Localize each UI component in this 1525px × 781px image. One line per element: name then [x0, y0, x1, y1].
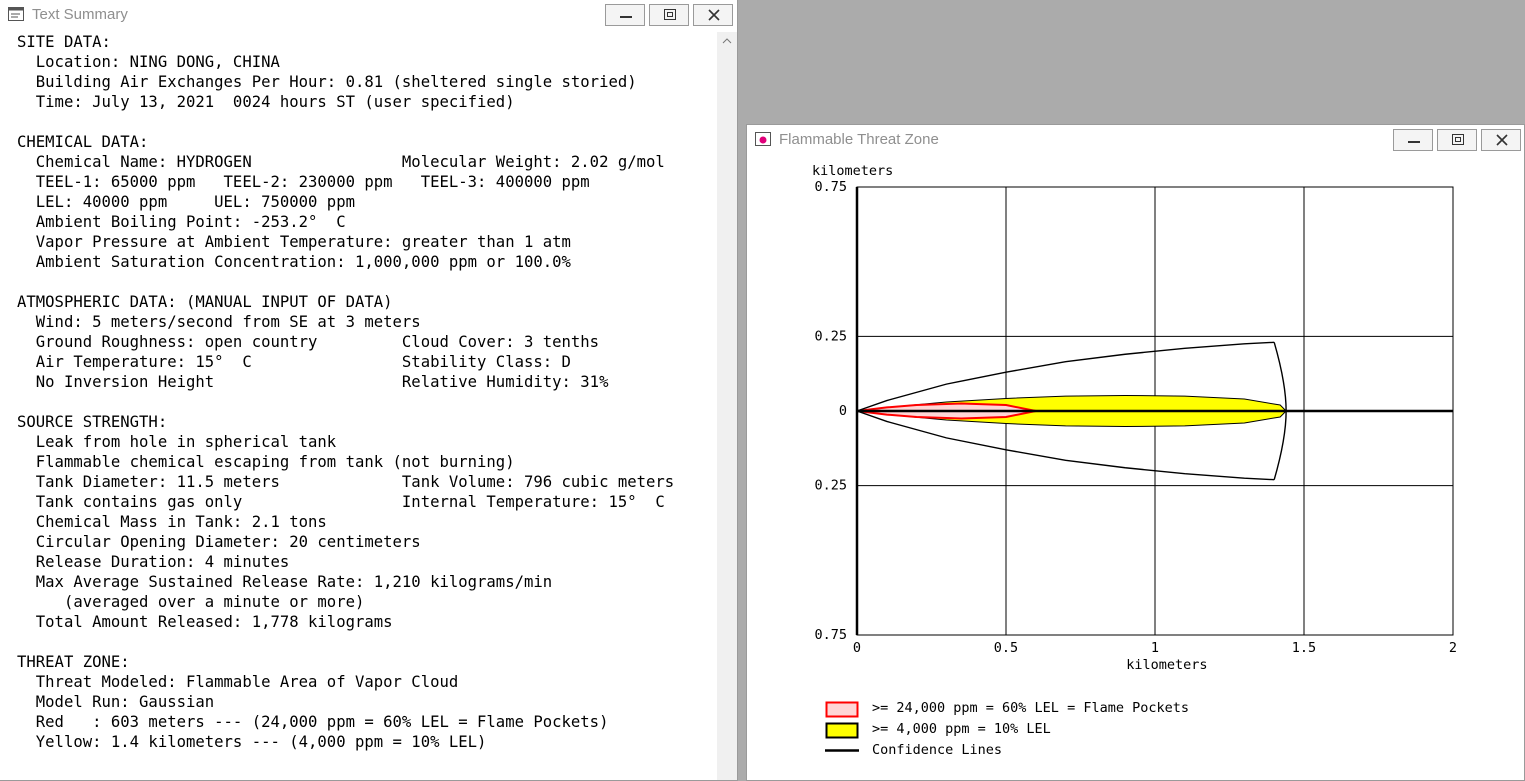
y-tick-label-0: 0.75: [814, 179, 847, 195]
y-tick-label-4: 0.75: [814, 627, 847, 643]
threat-zone-chart: 0 0.5 1 1.5 20.750.2500.250.75kilometerskilo…: [812, 163, 1457, 673]
y-tick-label-1: 0.25: [814, 328, 847, 344]
threat-maximize-button[interactable]: [1437, 129, 1477, 151]
y-tick-label-3: 0.25: [814, 478, 847, 494]
legend-label-yellow: >= 4,000 ppm = 10% LEL: [872, 721, 1051, 737]
x-tick-label-4: 2: [1449, 640, 1457, 656]
summary-titlebar[interactable]: Text Summary: [0, 0, 737, 30]
close-icon: [708, 9, 720, 21]
maximize-icon: [664, 9, 676, 20]
summary-window-title: Text Summary: [32, 6, 128, 23]
legend-label-confidence: Confidence Lines: [872, 742, 1003, 758]
y-axis-label: kilometers: [812, 163, 893, 179]
x-tick-label-3: 1.5: [1292, 640, 1316, 656]
minimize-button[interactable]: [605, 4, 645, 26]
text-summary-window: Text Summary SITE DATA: Location: NING D…: [0, 0, 738, 781]
summary-text: SITE DATA: Location: NING DONG, CHINA Bu…: [17, 33, 675, 751]
minimize-icon: [620, 16, 632, 18]
x-axis-label: kilometers: [1126, 657, 1207, 673]
threat-zone-window: Flammable Threat Zone 0 0.5 1 1.5 2 0.75 0.25 0…: [746, 124, 1525, 781]
threat-close-button[interactable]: [1481, 129, 1521, 151]
legend-swatch-yellow: [825, 722, 859, 739]
legend-swatches: [825, 701, 859, 752]
maximize-icon: [1452, 134, 1464, 145]
x-tick-label-0: 0: [853, 640, 861, 656]
scroll-up-arrow-icon[interactable]: [722, 38, 732, 44]
minimize-icon: [1408, 141, 1420, 143]
summary-text-area[interactable]: SITE DATA: Location: NING DONG, CHINA Bu…: [0, 32, 716, 780]
threat-minimize-button[interactable]: [1393, 129, 1433, 151]
threat-window-icon: [755, 132, 771, 146]
app-window-icon: [8, 7, 24, 21]
close-icon: [1496, 134, 1508, 146]
threat-plot-area: 0 0.5 1 1.5 2 0.75 0.25 0 0.25 0.75 kilometers kilo…: [751, 157, 1520, 776]
maximize-button[interactable]: [649, 4, 689, 26]
x-tick-label-1: 0.5: [994, 640, 1018, 656]
threat-titlebar[interactable]: Flammable Threat Zone: [747, 125, 1524, 155]
legend-swatch-red: [825, 701, 859, 718]
legend-label-red: >= 24,000 ppm = 60% LEL = Flame Pockets: [872, 700, 1189, 716]
close-button[interactable]: [693, 4, 733, 26]
x-tick-label-2: 1: [1151, 640, 1159, 656]
vertical-scrollbar[interactable]: [717, 32, 737, 780]
y-tick-label-2: 0: [839, 403, 847, 419]
threat-window-title: Flammable Threat Zone: [779, 131, 939, 148]
